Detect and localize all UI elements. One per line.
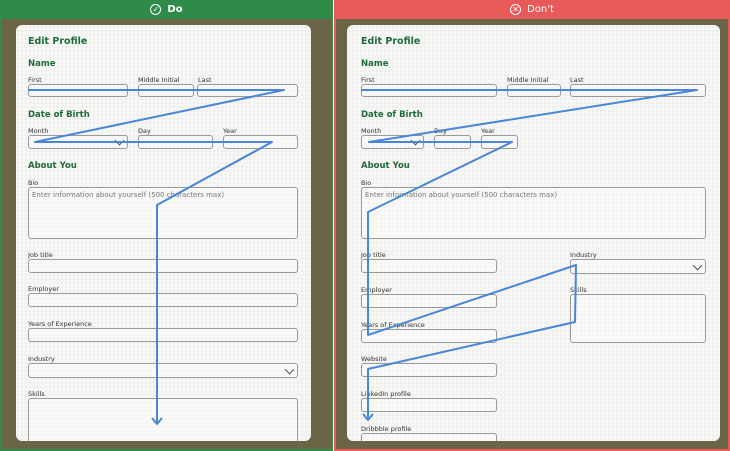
dont-header-label: Don't — [527, 4, 554, 15]
website-field[interactable] — [361, 363, 497, 377]
year-label: Year — [481, 127, 495, 135]
chevron-down-icon — [692, 260, 703, 270]
year-field[interactable] — [223, 135, 298, 149]
dribbble-label: Dribbble profile — [361, 425, 412, 433]
skills-label: Skills — [28, 390, 45, 398]
day-label: Day — [434, 127, 447, 135]
month-label: Month — [361, 127, 382, 135]
middle-label: Middle Initial — [507, 76, 549, 84]
last-name-field[interactable] — [197, 84, 298, 97]
form-title: Edit Profile — [361, 36, 421, 47]
employer-label: Employer — [361, 286, 392, 294]
job-title-label: Job title — [361, 251, 386, 259]
do-header: ✓ Do — [2, 0, 331, 19]
linkedin-field[interactable] — [361, 398, 497, 412]
month-select[interactable] — [361, 135, 424, 149]
year-field[interactable] — [481, 135, 518, 149]
last-label: Last — [198, 76, 212, 84]
section-dob: Date of Birth — [28, 110, 90, 120]
skills-textarea[interactable] — [28, 398, 298, 441]
years-experience-field[interactable] — [28, 328, 298, 342]
years-experience-field[interactable] — [361, 329, 497, 343]
middle-label: Middle Initial — [138, 76, 180, 84]
industry-label: Industry — [28, 355, 55, 363]
skills-textarea[interactable] — [570, 294, 706, 343]
first-name-field[interactable] — [28, 84, 128, 97]
day-field[interactable] — [434, 135, 471, 149]
bio-placeholder: Enter information about yourself (500 ch… — [365, 191, 558, 199]
x-circle-icon: ✕ — [510, 4, 522, 15]
bio-label: Bio — [361, 179, 372, 187]
last-name-field[interactable] — [570, 84, 706, 97]
middle-initial-field[interactable] — [507, 84, 561, 97]
section-name: Name — [361, 59, 389, 69]
linkedin-label: LinkedIn profile — [361, 390, 411, 398]
chevron-down-icon — [284, 364, 295, 374]
first-name-field[interactable] — [361, 84, 497, 97]
industry-select[interactable] — [28, 363, 298, 378]
years-experience-label: Years of Experience — [28, 320, 92, 328]
do-header-label: Do — [167, 4, 183, 15]
first-label: First — [28, 76, 42, 84]
job-title-label: Job title — [28, 251, 53, 259]
industry-select[interactable] — [570, 259, 706, 274]
day-field[interactable] — [138, 135, 213, 149]
first-label: First — [361, 76, 375, 84]
job-title-field[interactable] — [361, 259, 497, 273]
bio-label: Bio — [28, 179, 39, 187]
dribbble-field[interactable] — [361, 433, 497, 441]
bio-placeholder: Enter information about yourself (500 ch… — [32, 191, 225, 199]
employer-label: Employer — [28, 285, 59, 293]
section-name: Name — [28, 59, 56, 69]
employer-field[interactable] — [28, 293, 298, 307]
dont-form-card: Edit Profile Name First Middle Initial L… — [347, 25, 720, 441]
section-about: About You — [28, 161, 77, 171]
last-label: Last — [570, 76, 584, 84]
years-experience-label: Years of Experience — [361, 321, 425, 329]
month-select[interactable] — [28, 135, 128, 149]
employer-field[interactable] — [361, 294, 497, 308]
industry-label: Industry — [570, 251, 597, 259]
form-title: Edit Profile — [28, 36, 88, 47]
skills-label: Skills — [570, 286, 587, 294]
bio-textarea[interactable]: Enter information about yourself (500 ch… — [28, 187, 298, 239]
middle-initial-field[interactable] — [138, 84, 194, 97]
section-about: About You — [361, 161, 410, 171]
section-dob: Date of Birth — [361, 110, 423, 120]
do-form-card: Edit Profile Name First Middle Initial L… — [16, 25, 311, 441]
job-title-field[interactable] — [28, 259, 298, 273]
chevron-down-icon — [114, 135, 125, 146]
chevron-down-icon — [410, 135, 421, 146]
day-label: Day — [138, 127, 151, 135]
dont-panel: ✕ Don't Edit Profile Name First Middle I… — [334, 0, 730, 451]
do-panel: ✓ Do Edit Profile Name First Middle Init… — [0, 0, 333, 451]
bio-textarea[interactable]: Enter information about yourself (500 ch… — [361, 187, 706, 239]
dont-header: ✕ Don't — [336, 0, 728, 19]
check-circle-icon: ✓ — [150, 4, 162, 15]
month-label: Month — [28, 127, 49, 135]
website-label: Website — [361, 355, 387, 363]
year-label: Year — [223, 127, 237, 135]
